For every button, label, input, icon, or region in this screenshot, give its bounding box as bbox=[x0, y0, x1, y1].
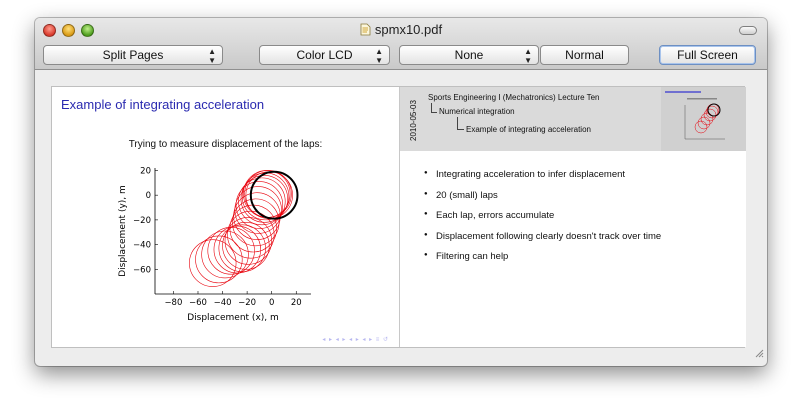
slide-thumbnail bbox=[661, 87, 746, 151]
filter-select[interactable]: None ▲ ▼ bbox=[399, 45, 539, 65]
full-screen-label: Full Screen bbox=[677, 48, 738, 62]
y-tick-label: 0 bbox=[146, 191, 151, 201]
slide-title: Example of integrating acceleration bbox=[61, 97, 265, 112]
split-pages-select[interactable]: Split Pages ▲ ▼ bbox=[43, 45, 223, 65]
notes-page: 2010-05-03 Sports Engineering I (Mechatr… bbox=[400, 87, 746, 347]
notes-header-line3: Example of integrating acceleration bbox=[466, 125, 591, 134]
preview-window: spmx10.pdf Split Pages ▲ ▼ Color LCD ▲ ▼ N… bbox=[35, 18, 767, 366]
x-tick-label: −80 bbox=[164, 298, 182, 308]
filter-label: None bbox=[454, 48, 484, 62]
lap-circle bbox=[189, 239, 237, 287]
tree-connector bbox=[431, 103, 437, 113]
color-profile-select[interactable]: Color LCD ▲ ▼ bbox=[259, 45, 390, 65]
x-tick-label: −40 bbox=[214, 298, 232, 308]
bullet-item: Each lap, errors accumulate bbox=[424, 210, 661, 221]
full-screen-button[interactable]: Full Screen bbox=[659, 45, 756, 65]
toolbar-toggle-button[interactable] bbox=[739, 26, 757, 35]
tree-connector bbox=[457, 117, 464, 130]
select-arrows-icon: ▲ ▼ bbox=[524, 47, 532, 65]
notes-date: 2010-05-03 bbox=[409, 100, 418, 141]
select-arrows-icon: ▲ ▼ bbox=[208, 47, 216, 65]
y-tick-label: −40 bbox=[133, 241, 151, 251]
x-tick-label: 20 bbox=[291, 298, 302, 308]
x-axis-label: Displacement (x), m bbox=[187, 313, 279, 323]
lap-circle bbox=[222, 222, 270, 270]
beamer-navigation-icons[interactable]: ◂ ▸ ◂ ▸ ◂ ▸ ◂ ▸ ≡ ↺ bbox=[322, 336, 389, 343]
split-pages-label: Split Pages bbox=[102, 48, 164, 62]
displacement-chart: −80 −60 −40 −20 0 20 20 0 −20 −40 −60 Displacement … bbox=[118, 166, 311, 323]
y-axis-label: Displacement (y), m bbox=[118, 185, 128, 277]
document-view[interactable]: Example of integrating acceleration Tryi… bbox=[51, 86, 746, 348]
bullet-item: 20 (small) laps bbox=[424, 190, 661, 201]
resize-grip-icon[interactable] bbox=[754, 345, 764, 363]
slide-subtitle: Trying to measure displacement of the la… bbox=[128, 139, 323, 150]
document-icon bbox=[360, 23, 371, 39]
bullet-item: Filtering can help bbox=[424, 251, 661, 262]
notes-header: 2010-05-03 Sports Engineering I (Mechatr… bbox=[400, 87, 746, 151]
select-arrows-icon: ▲ ▼ bbox=[375, 47, 383, 65]
title-bar[interactable]: spmx10.pdf Split Pages ▲ ▼ Color LCD ▲ ▼ N… bbox=[35, 18, 767, 70]
bullet-item: Displacement following clearly doesn't t… bbox=[424, 231, 661, 242]
color-profile-label: Color LCD bbox=[296, 48, 353, 62]
window-title-container: spmx10.pdf bbox=[35, 22, 767, 39]
y-tick-label: 20 bbox=[140, 166, 151, 176]
notes-header-line1: Sports Engineering I (Mechatronics) Lect… bbox=[428, 93, 600, 102]
y-tick-label: −60 bbox=[133, 265, 151, 275]
x-tick-label: −60 bbox=[189, 298, 207, 308]
x-tick-label: −20 bbox=[238, 298, 256, 308]
y-tick-label: −20 bbox=[133, 216, 151, 226]
notes-header-line2: Numerical integration bbox=[439, 107, 515, 116]
reference-lap-circle bbox=[249, 170, 299, 220]
window-title: spmx10.pdf bbox=[374, 22, 443, 37]
slide-page: Example of integrating acceleration Tryi… bbox=[52, 87, 399, 347]
normal-label: Normal bbox=[565, 48, 604, 62]
bullet-item: Integrating acceleration to infer displa… bbox=[424, 169, 661, 180]
lap-circle bbox=[207, 226, 255, 275]
x-tick-label: 0 bbox=[269, 298, 274, 308]
normal-button[interactable]: Normal bbox=[540, 45, 629, 65]
notes-bullet-list: Integrating acceleration to infer displa… bbox=[424, 169, 661, 272]
